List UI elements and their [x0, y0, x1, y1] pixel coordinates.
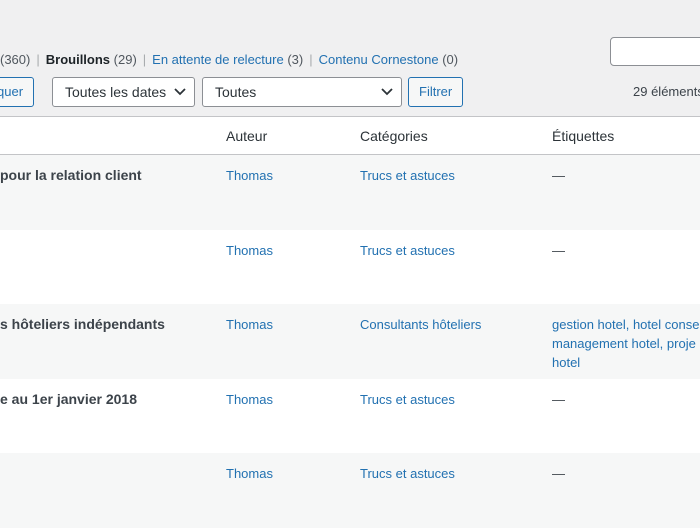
- column-categories-header: Catégories: [360, 128, 428, 144]
- posts-table: Auteur Catégories Étiquettes pour la rel…: [0, 116, 700, 528]
- all-count: (360): [0, 52, 31, 67]
- tag-link[interactable]: management hotel, proje: [552, 334, 700, 353]
- post-tags: —: [552, 166, 700, 185]
- post-author-link[interactable]: Thomas: [226, 241, 273, 260]
- post-tags: —: [552, 464, 700, 483]
- tags-line: —: [552, 391, 565, 407]
- separator: |: [309, 52, 313, 67]
- drafts-count: (29): [113, 52, 137, 67]
- column-tags-header: Étiquettes: [552, 128, 615, 144]
- view-drafts-link[interactable]: Brouillons: [46, 52, 110, 67]
- category-filter-value: Toutes: [215, 84, 257, 100]
- post-title-link[interactable]: pour la relation client: [0, 166, 142, 185]
- post-title-link[interactable]: e au 1er janvier 2018: [0, 390, 137, 409]
- separator: |: [36, 52, 40, 67]
- chevron-down-icon: [381, 88, 393, 96]
- category-filter-select[interactable]: Toutes: [202, 77, 402, 107]
- post-category-link[interactable]: Trucs et astuces: [360, 241, 455, 260]
- search-input[interactable]: [610, 37, 700, 66]
- date-filter-value: Toutes les dates: [65, 84, 167, 100]
- post-category-link[interactable]: Trucs et astuces: [360, 166, 455, 185]
- pending-count: (3): [287, 52, 304, 67]
- column-author-header[interactable]: Auteur: [226, 128, 267, 144]
- tags-line: —: [552, 242, 565, 258]
- separator: |: [142, 52, 147, 67]
- cornerstone-count: (0): [442, 52, 459, 67]
- post-author-link[interactable]: Thomas: [226, 315, 273, 334]
- apply-bulk-action-button[interactable]: quer: [0, 77, 35, 107]
- table-row: e au 1er janvier 2018 Thomas Trucs et as…: [0, 379, 700, 454]
- tag-link[interactable]: gestion hotel, hotel conse: [552, 315, 700, 334]
- post-category-link[interactable]: Consultants hôteliers: [360, 315, 481, 334]
- post-tags: —: [552, 241, 700, 260]
- table-row: pour la relation client Thomas Trucs et …: [0, 155, 700, 230]
- date-filter-select[interactable]: Toutes les dates: [52, 77, 195, 107]
- post-author-link[interactable]: Thomas: [226, 464, 273, 483]
- post-author-link[interactable]: Thomas: [226, 166, 273, 185]
- tag-link[interactable]: hotel: [552, 353, 700, 372]
- filter-button[interactable]: Filtrer: [408, 77, 464, 107]
- table-row: Thomas Trucs et astuces —: [0, 453, 700, 528]
- post-status-filters: (360) | Brouillons (29) | En attente de rele…: [0, 51, 458, 69]
- tags-line: —: [552, 466, 565, 481]
- post-category-link[interactable]: Trucs et astuces: [360, 390, 455, 409]
- view-cornerstone-link[interactable]: Contenu Cornestone: [319, 52, 439, 67]
- chevron-down-icon: [174, 88, 186, 96]
- table-header: Auteur Catégories Étiquettes: [0, 117, 700, 155]
- tags-line: —: [552, 168, 565, 183]
- post-title-link[interactable]: s hôteliers indépendants: [0, 315, 165, 334]
- post-category-link[interactable]: Trucs et astuces: [360, 464, 455, 483]
- items-count: 29 éléments: [633, 84, 700, 99]
- post-author-link[interactable]: Thomas: [226, 390, 273, 409]
- post-tags: —: [552, 390, 700, 409]
- table-row: s hôteliers indépendants Thomas Consulta…: [0, 304, 700, 379]
- table-row: Thomas Trucs et astuces —: [0, 230, 700, 305]
- view-pending-link[interactable]: En attente de relecture: [152, 52, 284, 67]
- post-tags: gestion hotel, hotel conse management ho…: [552, 315, 700, 372]
